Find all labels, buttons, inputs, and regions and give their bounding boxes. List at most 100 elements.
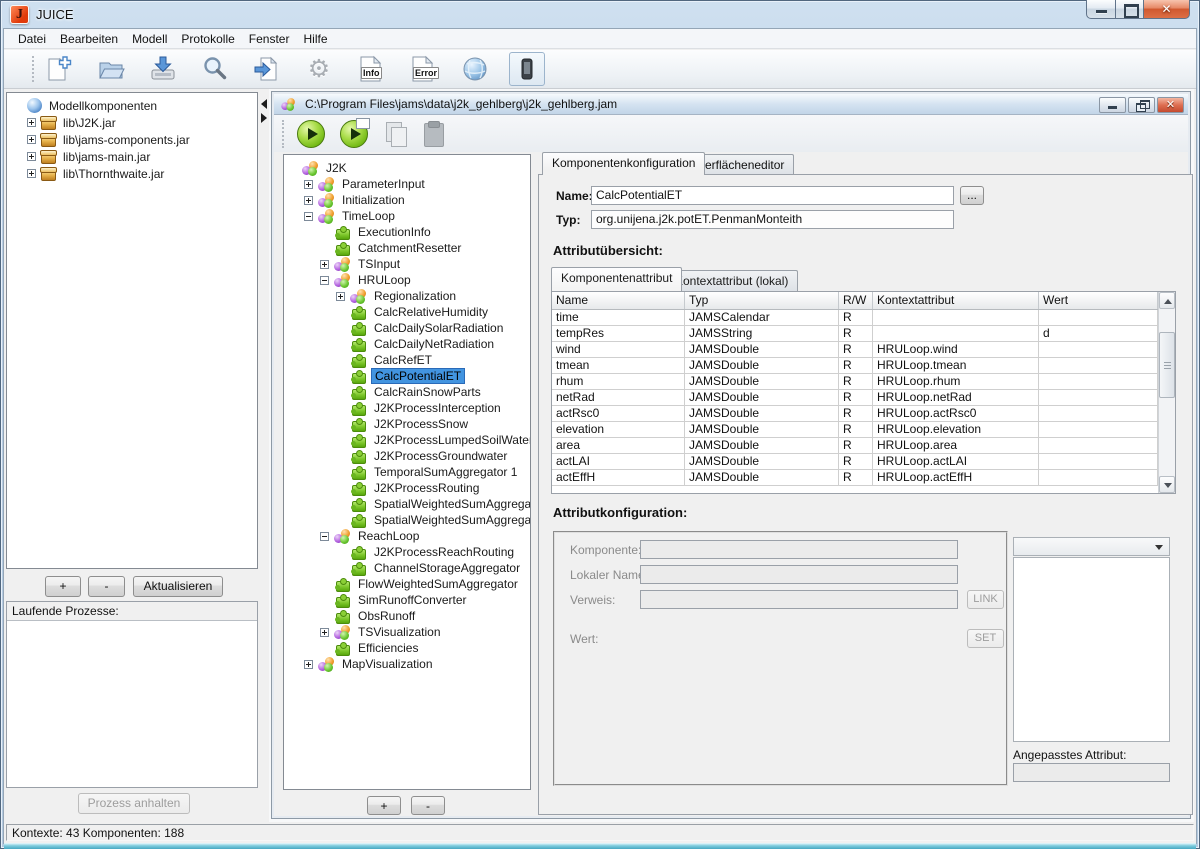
table-cell[interactable] <box>1039 374 1158 389</box>
document-toolbar-drag-handle[interactable] <box>282 120 285 148</box>
table-cell[interactable]: R <box>839 438 873 453</box>
table-cell[interactable] <box>1039 454 1158 469</box>
tree-item[interactable]: Regionalization <box>284 288 530 304</box>
expander-collapsed-icon[interactable] <box>304 180 313 189</box>
toolbar-drag-handle[interactable] <box>32 56 35 82</box>
tree-item[interactable]: Efficiencies <box>284 640 530 656</box>
tree-item[interactable]: J2K <box>284 160 530 176</box>
table-cell[interactable]: HRULoop.elevation <box>873 422 1039 437</box>
table-cell[interactable]: R <box>839 326 873 341</box>
document-close-button[interactable] <box>1157 97 1184 113</box>
tree-item[interactable]: SpatialWeightedSumAggregator 2 <box>284 512 530 528</box>
column-header[interactable]: Name <box>552 292 685 309</box>
table-row[interactable]: areaJAMSDoubleRHRULoop.area <box>552 438 1158 454</box>
panel-splitter[interactable] <box>260 89 269 822</box>
tree-item[interactable]: J2KProcessLumpedSoilWater <box>284 432 530 448</box>
tree-item[interactable]: J2KProcessReachRouting <box>284 544 530 560</box>
tree-item[interactable]: J2KProcessRouting <box>284 480 530 496</box>
table-cell[interactable]: R <box>839 406 873 421</box>
table-row[interactable]: elevationJAMSDoubleRHRULoop.elevation <box>552 422 1158 438</box>
table-cell[interactable]: actLAI <box>552 454 685 469</box>
table-cell[interactable] <box>1039 358 1158 373</box>
tree-item[interactable]: ObsRunoff <box>284 608 530 624</box>
expander-collapsed-icon[interactable] <box>320 260 329 269</box>
table-cell[interactable]: JAMSDouble <box>685 470 839 485</box>
tree-item[interactable]: lib\jams-components.jar <box>7 131 257 148</box>
table-cell[interactable]: HRULoop.actLAI <box>873 454 1039 469</box>
table-row[interactable]: rhumJAMSDoubleRHRULoop.rhum <box>552 374 1158 390</box>
minimize-button[interactable] <box>1086 0 1116 19</box>
document-titlebar[interactable]: C:\Program Files\jams\data\j2k_gehlberg\… <box>274 94 1188 115</box>
splitter-collapse-right-icon[interactable] <box>261 113 267 123</box>
tree-item[interactable]: ExecutionInfo <box>284 224 530 240</box>
table-cell[interactable]: HRULoop.netRad <box>873 390 1039 405</box>
document-minimize-button[interactable] <box>1099 97 1126 113</box>
tree-item[interactable]: J2KProcessSnow <box>284 416 530 432</box>
table-row[interactable]: netRadJAMSDoubleRHRULoop.netRad <box>552 390 1158 406</box>
expander-collapsed-icon[interactable] <box>336 292 345 301</box>
table-cell[interactable]: R <box>839 454 873 469</box>
table-cell[interactable]: tmean <box>552 358 685 373</box>
open-model-button[interactable] <box>93 52 129 86</box>
expander-collapsed-icon[interactable] <box>304 196 313 205</box>
table-cell[interactable]: JAMSDouble <box>685 374 839 389</box>
table-cell[interactable]: wind <box>552 342 685 357</box>
table-cell[interactable]: JAMSDouble <box>685 422 839 437</box>
name-more-button[interactable]: ... <box>960 186 984 205</box>
tree-item[interactable]: lib\jams-main.jar <box>7 148 257 165</box>
close-button[interactable] <box>1144 0 1190 19</box>
expander-expanded-icon[interactable] <box>304 212 313 221</box>
table-row[interactable]: tempResJAMSStringRd <box>552 326 1158 342</box>
table-cell[interactable]: HRULoop.actEffH <box>873 470 1039 485</box>
tree-item[interactable]: TSInput <box>284 256 530 272</box>
table-cell[interactable]: time <box>552 310 685 325</box>
library-remove-button[interactable]: - <box>88 576 125 597</box>
column-header[interactable]: R/W <box>839 292 873 309</box>
table-cell[interactable]: R <box>839 422 873 437</box>
settings-button[interactable]: ⚙ <box>301 52 337 86</box>
info-log-button[interactable]: Info <box>353 52 389 86</box>
document-restore-button[interactable] <box>1128 97 1155 113</box>
table-cell[interactable] <box>873 310 1039 325</box>
table-cell[interactable] <box>1039 470 1158 485</box>
table-cell[interactable] <box>873 326 1039 341</box>
tree-item[interactable]: CalcRelativeHumidity <box>284 304 530 320</box>
table-cell[interactable]: JAMSDouble <box>685 454 839 469</box>
tree-item[interactable]: FlowWeightedSumAggregator <box>284 576 530 592</box>
table-row[interactable]: actLAIJAMSDoubleRHRULoop.actLAI <box>552 454 1158 470</box>
attribute-listbox[interactable] <box>1013 557 1170 742</box>
expander-collapsed-icon[interactable] <box>27 118 36 127</box>
table-cell[interactable] <box>1039 390 1158 405</box>
column-header[interactable]: Wert <box>1039 292 1158 309</box>
column-header[interactable]: Typ <box>685 292 839 309</box>
library-add-button[interactable]: + <box>45 576 81 597</box>
tree-item[interactable]: J2KProcessGroundwater <box>284 448 530 464</box>
tab-komponentenattribut[interactable]: Komponentenattribut <box>551 267 682 292</box>
table-cell[interactable]: R <box>839 470 873 485</box>
table-cell[interactable]: HRULoop.tmean <box>873 358 1039 373</box>
tree-item[interactable]: CalcPotentialET <box>284 368 530 384</box>
tree-item[interactable]: Modellkomponenten <box>7 97 257 114</box>
expander-collapsed-icon[interactable] <box>27 135 36 144</box>
expander-collapsed-icon[interactable] <box>27 169 36 178</box>
table-cell[interactable]: JAMSDouble <box>685 438 839 453</box>
search-button[interactable] <box>197 52 233 86</box>
run-model-gui-button[interactable] <box>340 120 368 148</box>
table-cell[interactable]: R <box>839 358 873 373</box>
menu-item-fenster[interactable]: Fenster <box>242 30 297 48</box>
window-titlebar[interactable]: J JUICE <box>0 0 1200 29</box>
scroll-up-icon[interactable] <box>1159 292 1175 309</box>
table-cell[interactable]: tempRes <box>552 326 685 341</box>
table-cell[interactable] <box>1039 310 1158 325</box>
tree-item[interactable]: HRULoop <box>284 272 530 288</box>
error-log-button[interactable]: Error <box>405 52 441 86</box>
table-cell[interactable] <box>1039 422 1158 437</box>
table-cell[interactable]: R <box>839 390 873 405</box>
attribute-select-dropdown[interactable] <box>1013 537 1170 556</box>
tree-item[interactable]: CalcRefET <box>284 352 530 368</box>
table-row[interactable]: tmeanJAMSDoubleRHRULoop.tmean <box>552 358 1158 374</box>
tree-item[interactable]: SimRunoffConverter <box>284 592 530 608</box>
model-remove-button[interactable]: - <box>411 796 445 815</box>
tree-item[interactable]: CalcDailySolarRadiation <box>284 320 530 336</box>
table-cell[interactable]: HRULoop.wind <box>873 342 1039 357</box>
